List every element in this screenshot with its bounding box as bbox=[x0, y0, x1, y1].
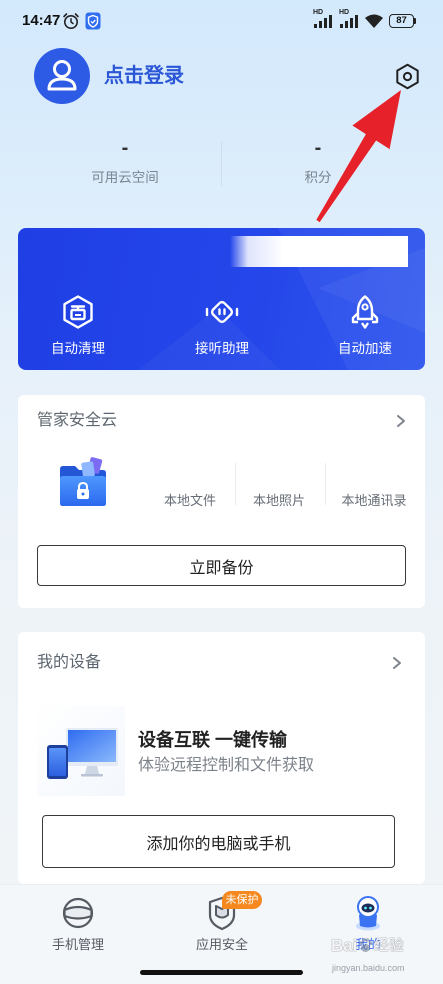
baidu-watermark: Bai 经验 jingyan.baidu.com bbox=[328, 934, 423, 976]
banner-item-label: 自动加速 bbox=[338, 341, 392, 356]
security-app-icon bbox=[85, 12, 101, 30]
chevron-right-icon[interactable] bbox=[392, 656, 402, 670]
battery-terminal bbox=[414, 18, 416, 24]
computer-phone-icon bbox=[47, 728, 118, 779]
wifi-icon bbox=[365, 14, 383, 28]
points-stat[interactable]: - 积分 bbox=[258, 136, 378, 188]
signal-bars-icon bbox=[340, 15, 358, 28]
stat-value: - bbox=[121, 137, 129, 159]
chevron-right-icon[interactable] bbox=[396, 414, 406, 428]
phone-guard-icon bbox=[62, 897, 94, 929]
banner-item-label: 自动清理 bbox=[51, 341, 105, 356]
login-link[interactable]: 点击登录 bbox=[104, 64, 184, 88]
backup-now-button[interactable]: 立即备份 bbox=[37, 545, 406, 586]
local-files-label[interactable]: 本地文件 bbox=[140, 492, 240, 510]
status-time: 14:47 bbox=[22, 12, 61, 29]
card-title[interactable]: 我的设备 bbox=[37, 653, 101, 673]
mascot-icon bbox=[356, 896, 380, 931]
stat-label: 积分 bbox=[304, 170, 332, 185]
auto-clean-icon bbox=[63, 295, 93, 329]
unprotected-badge: 未保护 bbox=[222, 891, 262, 909]
user-icon bbox=[47, 60, 77, 91]
avatar[interactable] bbox=[34, 48, 90, 104]
add-device-button[interactable]: 添加你的电脑或手机 bbox=[42, 815, 395, 868]
card-title[interactable]: 管家安全云 bbox=[37, 411, 117, 431]
nav-label: 手机管理 bbox=[51, 937, 104, 952]
alarm-clock-icon bbox=[63, 13, 79, 29]
nav-label: 应用安全 bbox=[195, 937, 248, 952]
cloud-space-stat[interactable]: - 可用云空间 bbox=[65, 136, 185, 188]
local-contacts-label[interactable]: 本地通讯录 bbox=[324, 492, 424, 510]
stat-value: - bbox=[314, 137, 322, 159]
auto-boost-item[interactable]: 自动加速 bbox=[315, 294, 415, 360]
rocket-icon bbox=[351, 295, 379, 329]
call-assistant-item[interactable]: 接听助理 bbox=[172, 294, 272, 360]
watermark-site: jingyan.baidu.com bbox=[332, 963, 405, 973]
my-devices-card: 我的设备 设备互联 一键传输 体验远程控制和文件获取 添加你的电脑或手机 bbox=[18, 632, 425, 884]
banner-item-label: 接听助理 bbox=[195, 341, 249, 356]
baidu-paw-icon bbox=[359, 938, 373, 952]
home-indicator[interactable] bbox=[140, 970, 303, 975]
watermark-suffix: 经验 bbox=[374, 937, 405, 954]
battery-indicator: 87 bbox=[389, 14, 414, 28]
call-assistant-icon bbox=[205, 300, 239, 324]
watermark-brand: Bai bbox=[331, 936, 358, 955]
banner-redacted-strip bbox=[230, 236, 408, 267]
nav-item-phone-manage[interactable]: 手机管理 bbox=[28, 895, 128, 957]
profile-screen: 14:47 HD HD 87 点击登录 - 可用云空间 - 积分 自动清理 接听… bbox=[0, 0, 443, 984]
stat-label: 可用云空间 bbox=[91, 170, 159, 185]
settings-icon[interactable] bbox=[394, 63, 421, 90]
auto-clean-item[interactable]: 自动清理 bbox=[28, 294, 128, 360]
status-bar: 14:47 HD HD 87 bbox=[0, 0, 443, 40]
signal-bars-icon bbox=[314, 15, 332, 28]
secure-folder-icon bbox=[60, 457, 106, 506]
feature-banner: 自动清理 接听助理 自动加速 bbox=[18, 228, 425, 370]
device-subtitle: 体验远程控制和文件获取 bbox=[138, 757, 315, 774]
secure-cloud-card: 管家安全云 本地文件 本地照片 本地通讯录 立即备份 bbox=[18, 395, 425, 608]
device-headline: 设备互联 一键传输 bbox=[138, 730, 288, 750]
device-illustration bbox=[37, 706, 125, 796]
stats-divider bbox=[221, 142, 222, 186]
local-photos-label[interactable]: 本地照片 bbox=[229, 492, 329, 510]
